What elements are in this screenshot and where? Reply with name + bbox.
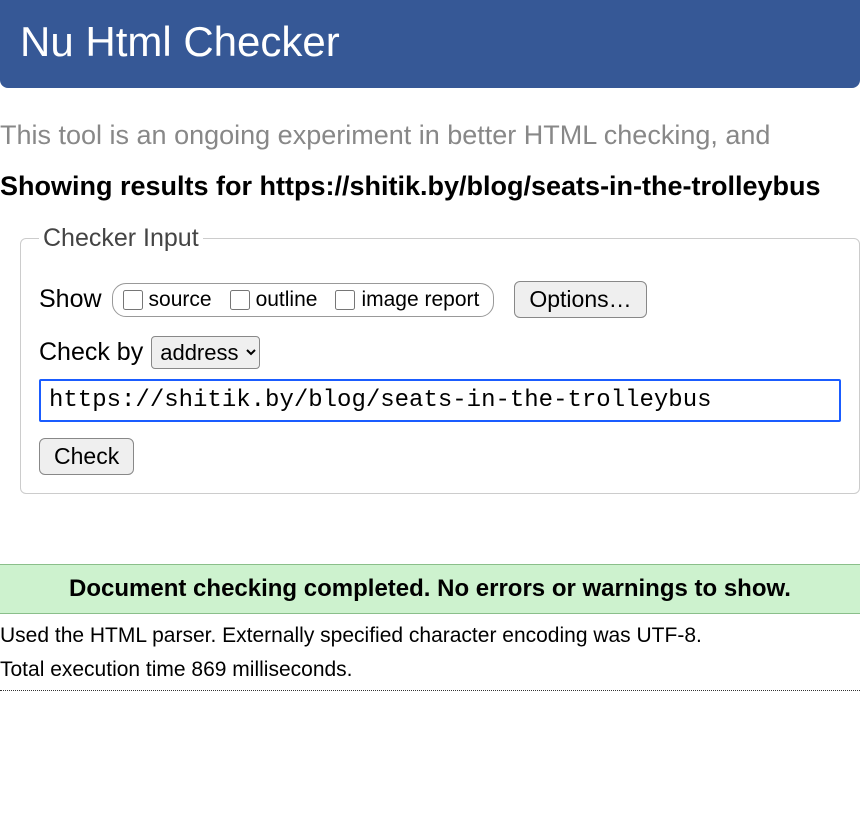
checkby-row: Check by address <box>39 336 841 369</box>
checkby-select[interactable]: address <box>151 336 260 369</box>
intro-text: This tool is an ongoing experiment in be… <box>0 120 860 151</box>
timing-info: Total execution time 869 milliseconds. <box>0 658 860 682</box>
outline-checkbox-label[interactable]: outline <box>230 288 318 312</box>
parser-info: Used the HTML parser. Externally specifi… <box>0 624 860 648</box>
source-checkbox-label[interactable]: source <box>123 288 212 312</box>
page-title: Nu Html Checker <box>20 18 840 66</box>
source-checkbox[interactable] <box>123 290 143 310</box>
source-text: source <box>149 288 212 312</box>
url-input[interactable] <box>39 379 841 422</box>
show-label: Show <box>39 285 102 314</box>
check-row: Check <box>39 438 841 475</box>
footer-divider <box>0 690 860 691</box>
outline-checkbox[interactable] <box>230 290 250 310</box>
image-report-text: image report <box>361 288 479 312</box>
results-heading: Showing results for https://shitik.by/bl… <box>0 171 860 202</box>
success-message: Document checking completed. No errors o… <box>0 564 860 614</box>
outline-text: outline <box>256 288 318 312</box>
show-options-pill: source outline image report <box>112 283 495 317</box>
page-header: Nu Html Checker <box>0 0 860 88</box>
check-button[interactable]: Check <box>39 438 134 475</box>
options-button[interactable]: Options… <box>514 281 646 318</box>
checkby-label: Check by <box>39 338 143 367</box>
image-report-checkbox-label[interactable]: image report <box>335 288 479 312</box>
show-row: Show source outline image report Options… <box>39 281 841 318</box>
checker-input-fieldset: Checker Input Show source outline image … <box>20 224 860 494</box>
checker-input-legend: Checker Input <box>39 224 203 253</box>
image-report-checkbox[interactable] <box>335 290 355 310</box>
